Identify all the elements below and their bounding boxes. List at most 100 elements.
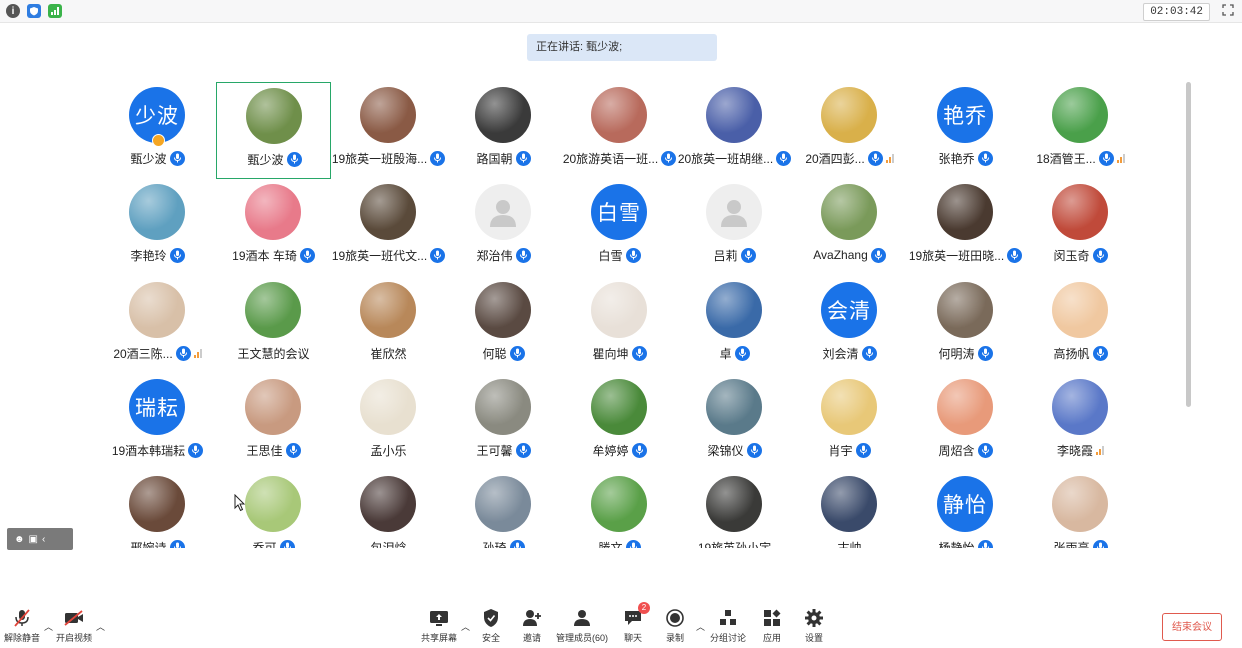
chat-bubble-icon[interactable]: ▣	[29, 534, 38, 545]
participant-tile[interactable]: 高扬帆	[1023, 277, 1138, 374]
participant-tile[interactable]: 闵玉奇	[1023, 179, 1138, 276]
participant-tile[interactable]: 吕莉	[677, 179, 792, 276]
participant-tile[interactable]: 梁锦仪	[677, 374, 792, 471]
participant-tile[interactable]: 20旅游英语一班...	[562, 82, 677, 179]
participant-tile[interactable]: 艳乔 张艳乔	[908, 82, 1023, 179]
mic-icon	[169, 539, 185, 548]
avatar	[475, 282, 531, 338]
avatar	[129, 282, 185, 338]
participant-tile[interactable]: 郑治伟	[446, 179, 561, 276]
participant-tile[interactable]: 瑞耘 19酒本韩瑞耘	[100, 374, 215, 471]
manage-members-button[interactable]: 管理成员(60)	[556, 608, 608, 646]
avatar	[591, 282, 647, 338]
scrollbar[interactable]	[1186, 82, 1191, 407]
mic-icon	[515, 247, 531, 263]
participant-tile[interactable]: 19旅英一班代文...	[331, 179, 446, 276]
participant-tile[interactable]: 卓	[677, 277, 792, 374]
participant-name: 肖宇	[828, 443, 853, 458]
participant-name: 19旅英一班代文...	[331, 248, 428, 263]
avatar	[360, 476, 416, 532]
participant-tile[interactable]: 会清 刘会清	[792, 277, 907, 374]
avatar	[937, 282, 993, 338]
participant-name-row: 王可馨	[446, 441, 561, 459]
settings-button[interactable]: 设置	[803, 608, 825, 646]
participant-tile[interactable]: 肖宇	[792, 374, 907, 471]
avatar	[129, 184, 185, 240]
participant-tile[interactable]: 19旅英孙小宇	[677, 471, 792, 548]
participant-tile[interactable]: 19旅英一班殷海...	[331, 82, 446, 179]
participant-name: 梁锦仪	[707, 443, 744, 458]
participant-tile[interactable]: 李晓霞	[1023, 374, 1138, 471]
avatar	[245, 379, 301, 435]
participant-tile[interactable]: 王思佳	[216, 374, 331, 471]
mic-icon	[509, 539, 525, 548]
participant-tile[interactable]: 20酒四彭...	[792, 82, 907, 179]
mic-icon	[870, 247, 886, 263]
participant-tile[interactable]: 白雪 白雪	[562, 179, 677, 276]
participant-name-row: 孙琦	[446, 538, 561, 548]
participant-tile[interactable]: 包泪焓	[331, 471, 446, 548]
participant-name: 杨静怡	[938, 540, 975, 549]
avatar	[937, 184, 993, 240]
participant-name: 18酒管王...	[1036, 151, 1096, 166]
video-off-icon	[63, 608, 85, 628]
participant-tile[interactable]: 邢婉诗	[100, 471, 215, 548]
participant-tile[interactable]: 何明涛	[908, 277, 1023, 374]
apps-button[interactable]: 应用	[761, 608, 783, 646]
participant-tile[interactable]: 路国朝	[446, 82, 561, 179]
fullscreen-icon[interactable]	[1222, 4, 1234, 16]
participant-tile[interactable]: 少波 甄少波	[100, 82, 215, 179]
participant-tile[interactable]: 孟小乐	[331, 374, 446, 471]
participant-name-row: 20酒三陈...	[100, 344, 215, 362]
end-meeting-button[interactable]: 结束会议	[1162, 613, 1222, 641]
breakout-rooms-button[interactable]: 分组讨论	[710, 608, 746, 646]
participant-tile[interactable]: 孙琦	[446, 471, 561, 548]
participant-tile[interactable]: 20酒三陈...	[100, 277, 215, 374]
participant-name: 邢婉诗	[130, 540, 167, 549]
participant-tile[interactable]: 王文慧的会议	[216, 277, 331, 374]
record-options-chevron-icon[interactable]: ︿	[696, 620, 705, 633]
participant-tile[interactable]: 滕文	[562, 471, 677, 548]
participant-tile[interactable]: 李艳玲	[100, 179, 215, 276]
participant-name-row: 李晓霞	[1023, 441, 1138, 459]
participant-tile[interactable]: 古帅	[792, 471, 907, 548]
mic-icon	[867, 150, 883, 166]
participant-name-row: 邢婉诗	[100, 538, 215, 548]
chat-button[interactable]: 2 聊天	[622, 602, 650, 646]
share-screen-button[interactable]: 共享屏幕	[421, 608, 457, 646]
collapse-icon[interactable]: ‹	[42, 534, 45, 545]
participant-tile[interactable]: 瞿向坤	[562, 277, 677, 374]
participant-name-row: 19旅英一班殷海...	[331, 149, 446, 167]
participant-name-row: 梁锦仪	[677, 441, 792, 459]
participant-tile[interactable]: 周炤含	[908, 374, 1023, 471]
record-button[interactable]: 录制	[664, 608, 686, 646]
mic-icon	[515, 150, 531, 166]
participant-tile[interactable]: 崔欣然	[331, 277, 446, 374]
participant-tile[interactable]: 王可馨	[446, 374, 561, 471]
participant-tile[interactable]: 19酒本 车琦	[216, 179, 331, 276]
unmute-button[interactable]: 解除静音	[4, 608, 40, 646]
invite-button[interactable]: 邀请	[521, 608, 543, 646]
participant-name-row: 19酒本 车琦	[216, 246, 331, 264]
participant-name: 乔可	[252, 540, 277, 549]
audio-options-chevron-icon[interactable]: ︿	[44, 620, 53, 633]
start-video-button[interactable]: 开启视频	[56, 608, 92, 646]
participant-name-row: 古帅	[792, 538, 907, 549]
participant-tile[interactable]: AvaZhang	[792, 179, 907, 276]
participant-name-row: 20酒四彭...	[792, 149, 907, 167]
participant-name-row: 瞿向坤	[562, 344, 677, 362]
share-options-chevron-icon[interactable]: ︿	[461, 620, 470, 633]
participant-tile[interactable]: 甄少波	[216, 82, 331, 179]
video-options-chevron-icon[interactable]: ︿	[96, 620, 105, 633]
avatar	[821, 184, 877, 240]
participant-tile[interactable]: 何聪	[446, 277, 561, 374]
participant-tile[interactable]: 张雨亭	[1023, 471, 1138, 548]
participant-tile[interactable]: 19旅英一班田晓...	[908, 179, 1023, 276]
security-button[interactable]: 安全	[480, 608, 502, 646]
participant-tile[interactable]: 牟婷婷	[562, 374, 677, 471]
participant-tile[interactable]: 20旅英一班胡继...	[677, 82, 792, 179]
emoji-icon[interactable]: ☻	[14, 534, 25, 545]
avatar	[821, 87, 877, 143]
participant-tile[interactable]: 18酒管王...	[1023, 82, 1138, 179]
participant-tile[interactable]: 静怡 杨静怡	[908, 471, 1023, 548]
